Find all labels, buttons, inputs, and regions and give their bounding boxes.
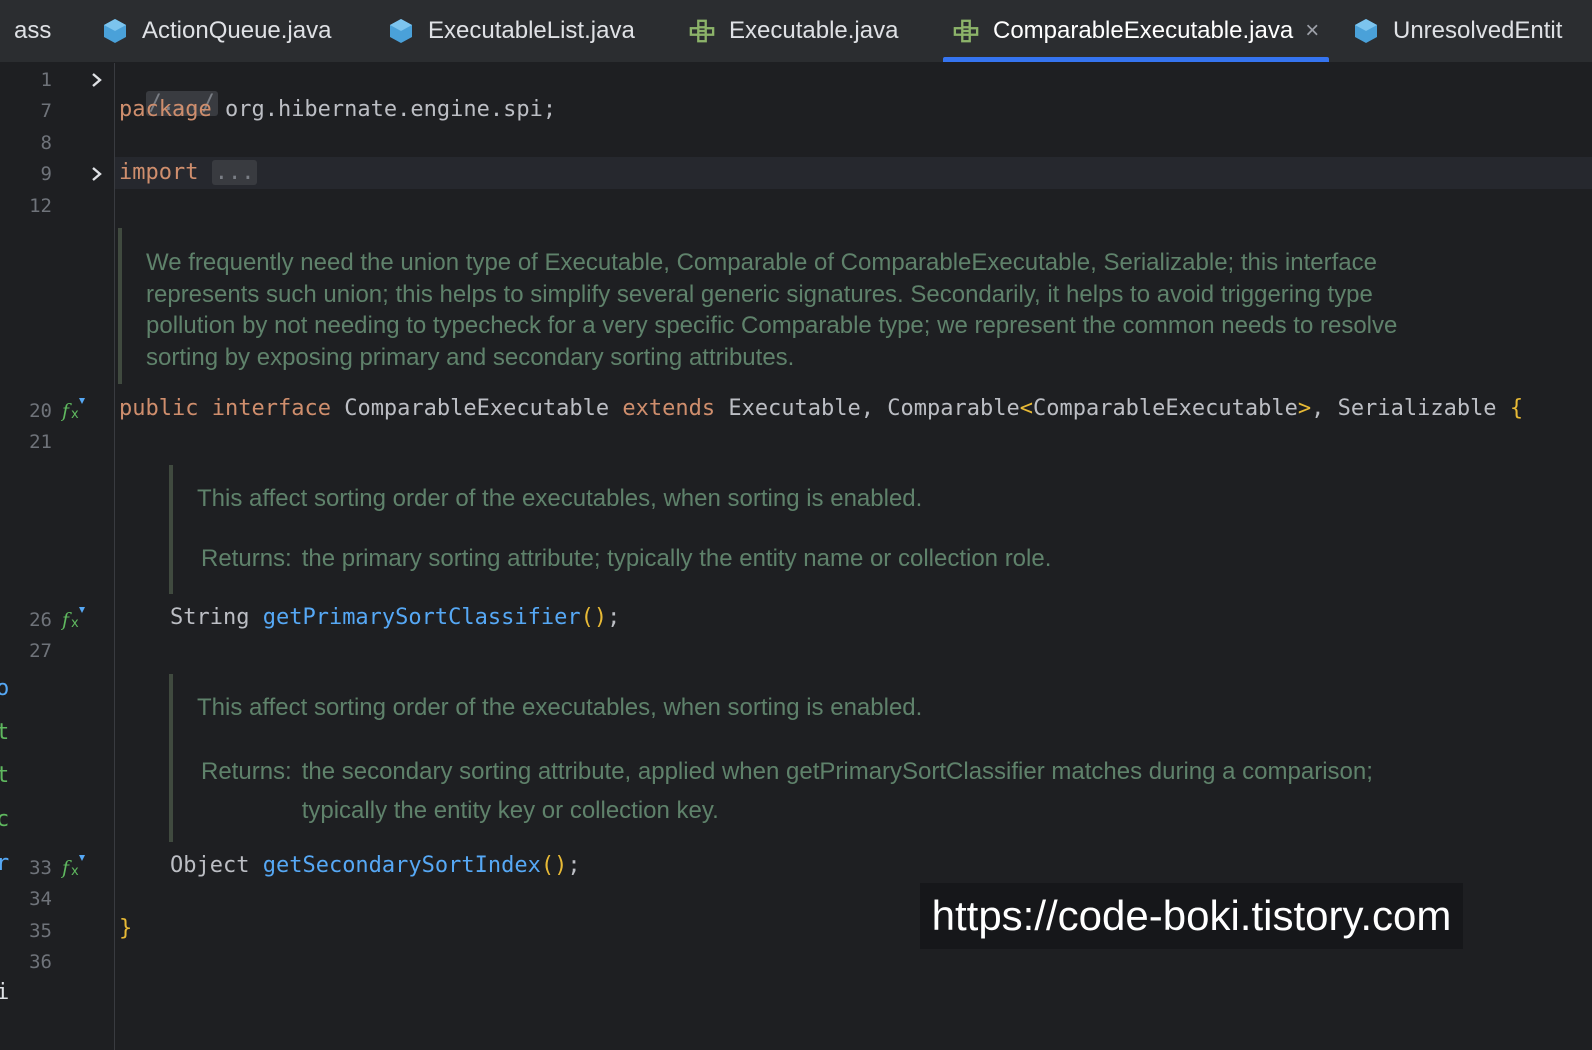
tab-label: Executable.java [729, 17, 899, 44]
tab-label: ExecutableList.java [428, 17, 635, 44]
implemented-marker-icon[interactable]: fx [61, 853, 87, 879]
line-number: 27 [29, 640, 52, 662]
tab-executable-list[interactable]: ExecutableList.java [388, 0, 635, 62]
close-brace: } [119, 916, 133, 941]
editor-tab-bar: ass ActionQueue.java ExecutableList.java… [0, 0, 1592, 63]
line-number: 35 [29, 920, 52, 942]
implemented-marker-icon[interactable]: fx [61, 605, 87, 631]
edge-glyph: t [0, 720, 10, 745]
interface-name: ComparableExecutable [330, 396, 623, 421]
line-number: 20 [29, 400, 52, 422]
edge-glyph: t [0, 763, 10, 788]
returns-text: the secondary sorting attribute, applied… [301, 757, 1373, 824]
tab-action-queue[interactable]: ActionQueue.java [102, 0, 331, 62]
tab-label: ComparableExecutable.java [993, 17, 1294, 44]
svg-text:x: x [71, 616, 79, 631]
line-number: 34 [29, 888, 52, 910]
svg-text:x: x [71, 407, 79, 422]
class-javadoc: We frequently need the union type of Exe… [118, 228, 1418, 384]
chevron-right-icon[interactable] [88, 164, 106, 184]
code-line-package[interactable]: package org.hibernate.engine.spi; [119, 97, 556, 122]
line-number: 8 [40, 132, 52, 154]
package-name: org.hibernate.engine.spi; [211, 97, 557, 122]
code-line-interface-decl[interactable]: public interface ComparableExecutable ex… [119, 396, 1523, 421]
chevron-right-icon[interactable] [88, 70, 106, 90]
edge-glyph: o [0, 676, 10, 701]
code-line-method2[interactable]: Object getSecondarySortIndex(); [170, 853, 581, 878]
tab-label: ActionQueue.java [142, 17, 332, 44]
code-line-close[interactable]: } [119, 916, 132, 941]
method2-returns: Returns: the secondary sorting attribute… [197, 752, 1389, 830]
generic-type: ComparableExecutable [1032, 396, 1298, 421]
tab-comparable-executable[interactable]: ComparableExecutable.java × [942, 0, 1330, 62]
method-name: getSecondarySortIndex [262, 853, 541, 878]
return-type: String [170, 605, 263, 630]
tab-class-partial[interactable]: ass [14, 0, 51, 62]
implemented-marker-icon[interactable]: fx [61, 396, 87, 422]
returns-label: Returns: [201, 757, 292, 785]
interface-icon [689, 19, 715, 43]
returns-text: the primary sorting attribute; typically… [301, 544, 1052, 572]
line-number: 7 [40, 100, 52, 122]
tab-executable[interactable]: Executable.java [689, 0, 898, 62]
svg-text:x: x [71, 864, 79, 879]
keyword-import: import [119, 160, 199, 185]
method-name: getPrimarySortClassifier [262, 605, 581, 630]
method1-javadoc: This affect sorting order of the executa… [169, 465, 1449, 594]
tab-unresolved-entity[interactable]: UnresolvedEntit [1353, 0, 1562, 62]
tab-label: UnresolvedEntit [1393, 17, 1563, 44]
close-icon[interactable]: × [1305, 17, 1319, 45]
method2-doc-text: This affect sorting order of the executa… [197, 694, 923, 721]
return-type: Object [170, 853, 263, 878]
extended-types-2: , Serializable [1311, 396, 1510, 421]
method2-javadoc: This affect sorting order of the executa… [169, 674, 1389, 842]
interface-icon [953, 19, 979, 43]
returns-label: Returns: [201, 544, 292, 572]
java-class-icon [390, 19, 412, 43]
class-doc-text: We frequently need the union type of Exe… [146, 249, 1398, 371]
edge-glyph: r [0, 851, 10, 876]
keyword-extends: extends [622, 396, 716, 421]
edge-glyph: i [0, 980, 10, 1005]
tab-label: ass [14, 17, 52, 44]
code-line-import[interactable]: import ... [119, 160, 258, 185]
generic-close: > [1297, 396, 1312, 421]
generic-open: < [1019, 396, 1033, 421]
line-number: 36 [29, 951, 52, 973]
line-number: 1 [40, 69, 52, 91]
semicolon: ; [607, 605, 621, 630]
method1-returns: Returns: the primary sorting attribute; … [197, 543, 1449, 575]
code-line-method1[interactable]: String getPrimarySortClassifier(); [170, 605, 620, 630]
parens: () [540, 853, 568, 878]
keyword-public: public [119, 396, 199, 421]
line-number: 26 [29, 609, 52, 631]
parens: () [580, 605, 608, 630]
watermark: https://code-boki.tistory.com [920, 883, 1463, 949]
folded-imports[interactable]: ... [211, 160, 258, 185]
java-class-icon [1355, 19, 1377, 43]
project-tree-edge: o t t c r i [0, 63, 10, 1050]
method1-doc-text: This affect sorting order of the executa… [197, 485, 923, 512]
extended-types: Executable, Comparable [715, 396, 1020, 421]
open-brace: { [1509, 396, 1524, 421]
keyword-interface: interface [211, 396, 331, 421]
line-number: 12 [29, 195, 52, 217]
edge-glyph: c [0, 807, 10, 832]
line-number: 21 [29, 431, 52, 453]
java-class-icon [104, 19, 126, 43]
line-number: 9 [40, 163, 52, 185]
semicolon: ; [567, 853, 581, 878]
keyword-package: package [119, 97, 212, 122]
line-number: 33 [29, 857, 52, 879]
